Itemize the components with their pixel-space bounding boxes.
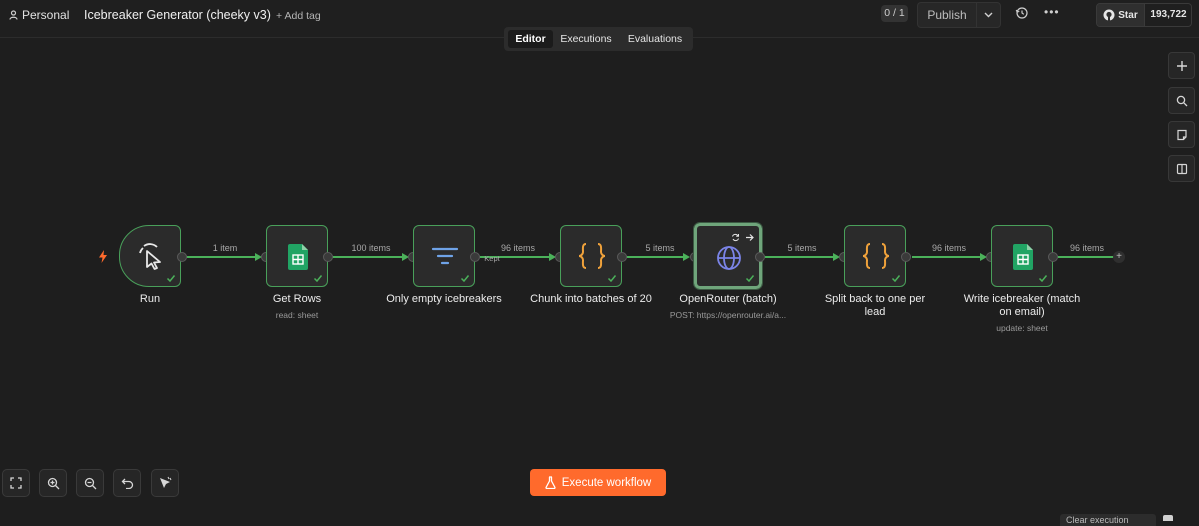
flask-icon: [545, 476, 556, 489]
zoom-in-icon: [47, 477, 59, 489]
node-split-back[interactable]: [844, 225, 906, 287]
node-only-empty-icebreakers[interactable]: [413, 225, 475, 287]
node-title: OpenRouter (batch): [679, 293, 777, 305]
undo-button[interactable]: [113, 469, 141, 497]
success-check-icon: [313, 275, 323, 283]
node-subtitle: POST: https://openrouter.ai/a...: [669, 310, 787, 320]
zoom-in-button[interactable]: [39, 469, 67, 497]
fit-view-icon: [10, 477, 22, 489]
node-write-icebreaker[interactable]: [991, 225, 1053, 287]
code-braces-icon: [578, 243, 606, 269]
output-port[interactable]: [755, 252, 765, 262]
node-title: Write icebreaker (match: [963, 293, 1081, 305]
output-port[interactable]: [901, 252, 911, 262]
output-port[interactable]: [323, 252, 333, 262]
node-subtitle: read: sheet: [275, 310, 319, 320]
success-check-icon: [460, 275, 470, 283]
execute-workflow-label: Execute workflow: [561, 476, 652, 489]
google-sheets-icon: [1013, 244, 1033, 270]
tidy-up-icon: [160, 476, 172, 488]
zoom-out-button[interactable]: [76, 469, 104, 497]
lightning-bolt-icon: [99, 250, 107, 263]
output-port[interactable]: [177, 252, 187, 262]
output-port[interactable]: [470, 252, 480, 262]
output-port[interactable]: [1048, 252, 1058, 262]
output-port[interactable]: [617, 252, 627, 262]
success-check-icon: [1038, 275, 1048, 283]
execute-workflow-button[interactable]: Execute workflow: [530, 469, 666, 496]
node-subtitle: update: sheet: [996, 323, 1048, 333]
undo-icon: [121, 478, 133, 489]
success-check-icon: [891, 275, 901, 283]
retry-icon: [732, 233, 739, 242]
node-title-line2: lead: [864, 306, 886, 318]
node-title: Chunk into batches of 20: [530, 293, 652, 305]
panel-toggle-icon[interactable]: [1163, 515, 1173, 521]
node-get-rows[interactable]: [266, 225, 328, 287]
fit-view-button[interactable]: [2, 469, 30, 497]
node-chunk-into-batches[interactable]: [560, 225, 622, 287]
success-check-icon: [745, 275, 755, 283]
google-sheets-icon: [288, 244, 308, 270]
zoom-out-icon: [84, 477, 96, 489]
node-title: Run: [139, 293, 161, 305]
arrow-right-icon: [746, 234, 754, 241]
success-check-icon: [166, 275, 176, 283]
code-braces-icon: [862, 243, 890, 269]
node-title: Get Rows: [272, 293, 322, 305]
tidy-up-button[interactable]: [151, 469, 179, 497]
node-title-line2: on email): [999, 306, 1045, 318]
success-check-icon: [607, 275, 617, 283]
filter-icon: [431, 247, 459, 265]
node-title: Split back to one per: [824, 293, 926, 305]
cursor-click-icon: [139, 243, 161, 270]
clear-execution-button[interactable]: Clear execution: [1060, 514, 1156, 526]
node-title: Only empty icebreakers: [386, 293, 502, 305]
globe-icon: [717, 246, 741, 270]
node-run[interactable]: [119, 225, 181, 287]
node-openrouter-batch[interactable]: [693, 222, 763, 290]
